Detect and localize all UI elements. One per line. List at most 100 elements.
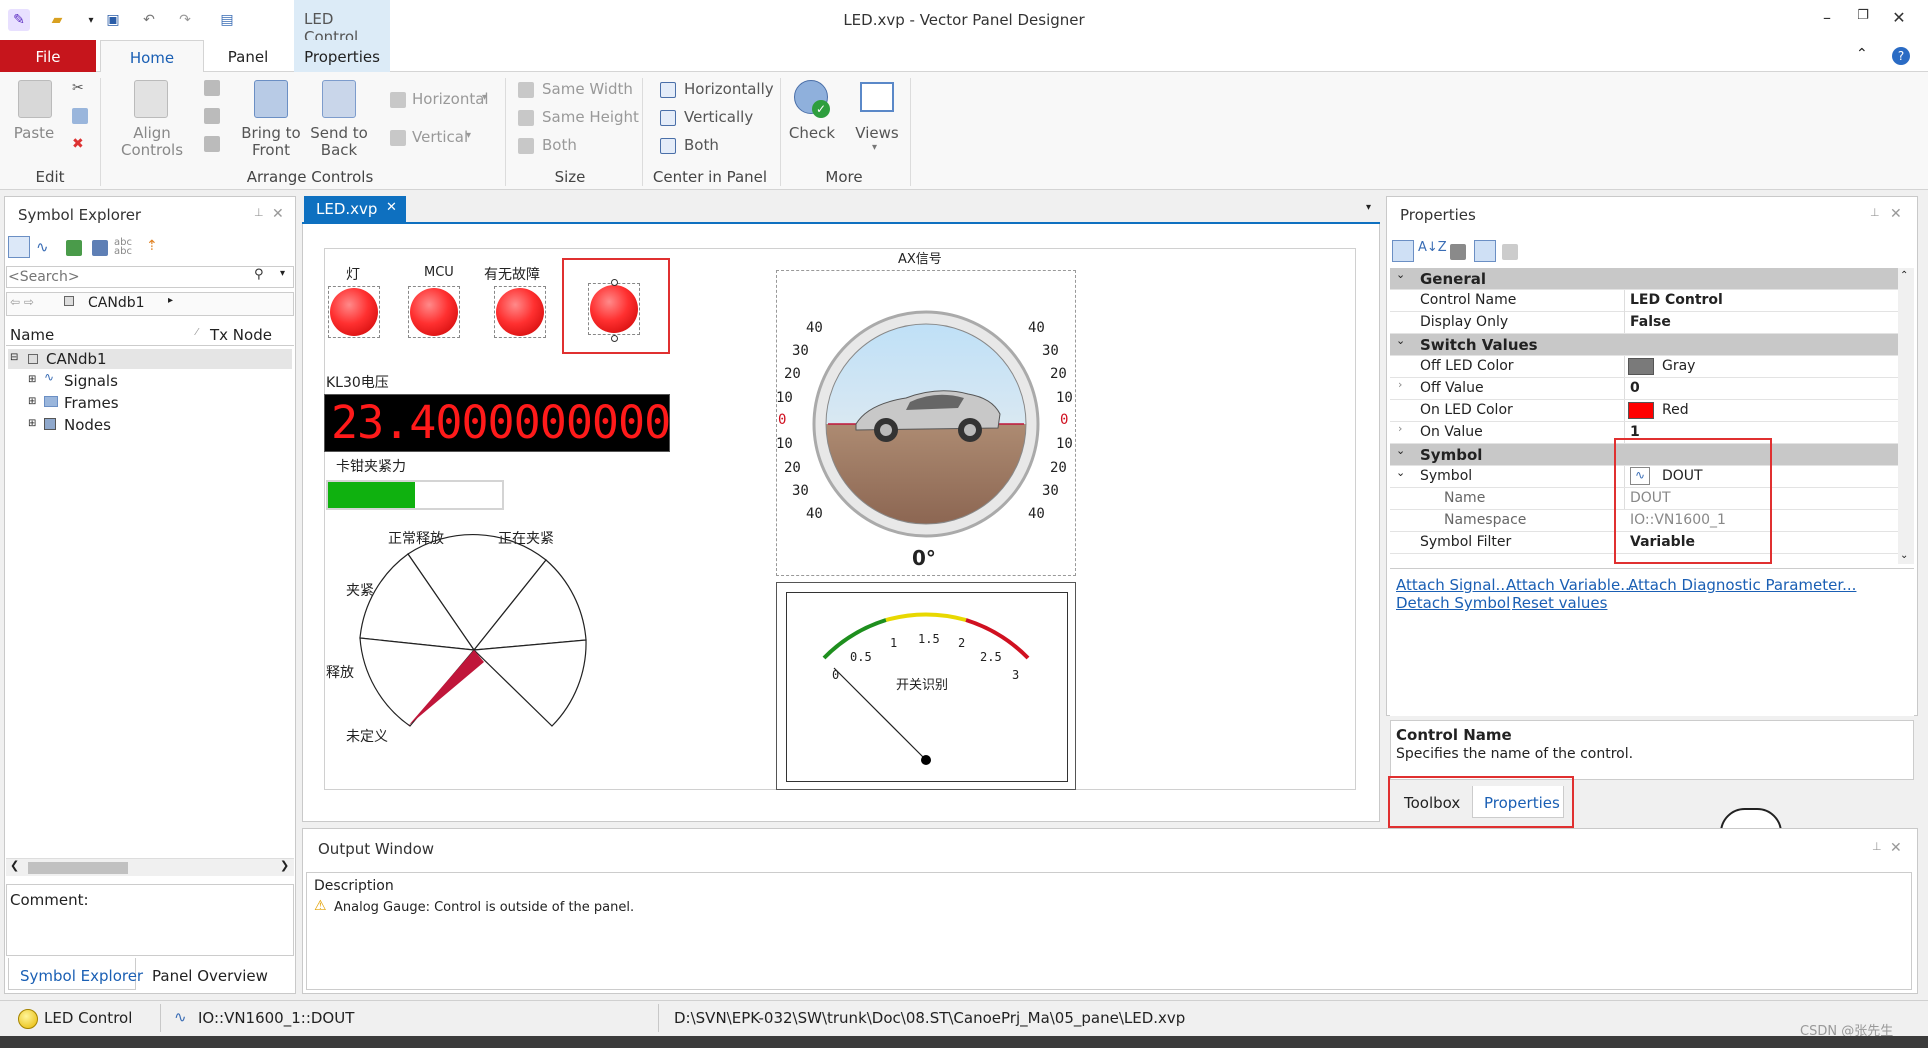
expand-icon[interactable]: › <box>1398 378 1402 391</box>
output-message[interactable]: Analog Gauge: Control is outside of the … <box>334 900 634 915</box>
close-icon[interactable]: ✕ <box>272 206 284 222</box>
tree-item-signals[interactable]: Signals <box>64 372 118 390</box>
tab-file[interactable]: File <box>0 40 96 72</box>
property-pages-icon[interactable] <box>1450 244 1466 260</box>
center-horizontally-button[interactable]: Horizontally <box>684 80 774 98</box>
delete-icon[interactable]: ✖ <box>72 136 84 152</box>
collapse-icon[interactable]: ⌄ <box>1396 466 1405 479</box>
scrollbar-thumb[interactable] <box>28 862 128 874</box>
collapse-icon[interactable]: ⌄ <box>1396 334 1405 347</box>
col-tx-node-header[interactable]: Tx Node <box>210 326 272 344</box>
align-left-icon[interactable] <box>204 80 220 96</box>
abc-sort-icon[interactable]: abc abc <box>114 238 132 257</box>
tab-home[interactable]: Home <box>100 40 204 73</box>
tab-properties-pane[interactable]: Properties <box>1484 794 1560 812</box>
center-vertically-button[interactable]: Vertically <box>684 108 753 126</box>
led-light[interactable] <box>328 286 380 338</box>
tab-panel[interactable]: Panel <box>210 40 286 72</box>
copy-icon[interactable] <box>72 108 88 124</box>
resize-handle[interactable] <box>611 335 618 342</box>
distribute-vertical-button[interactable]: Vertical <box>412 128 468 146</box>
attach-diagnostic-link[interactable]: Attach Diagnostic Parameter... <box>1628 576 1856 594</box>
chevron-right-icon[interactable]: ▸ <box>168 295 173 306</box>
breadcrumb[interactable]: CANdb1 <box>88 295 145 311</box>
collapse-icon[interactable]: ⊟ <box>10 352 18 363</box>
col-name-header[interactable]: Name <box>10 326 54 344</box>
chevron-down-icon[interactable]: ▾ <box>280 268 285 279</box>
tree-icon[interactable] <box>66 240 82 256</box>
align-controls-line1[interactable]: Align <box>112 124 192 142</box>
help-icon[interactable]: ? <box>1892 47 1910 65</box>
led-fault[interactable] <box>494 286 546 338</box>
bring-to-front-line2[interactable]: Front <box>236 141 306 159</box>
sort-icon[interactable]: ⇡ <box>146 238 158 254</box>
expand-icon[interactable]: ⊞ <box>28 396 36 407</box>
collapse-icon[interactable]: ⌄ <box>1396 444 1405 457</box>
tree-item-nodes[interactable]: Nodes <box>64 416 111 434</box>
prop-value[interactable]: Red <box>1662 402 1689 418</box>
resize-handle[interactable] <box>611 279 618 286</box>
attach-variable-link[interactable]: Attach Variable... <box>1506 576 1635 594</box>
pin-icon[interactable]: ⊥ <box>1872 840 1882 853</box>
chevron-down-icon[interactable]: ▾ <box>1366 202 1371 213</box>
prop-value[interactable]: False <box>1630 314 1671 330</box>
align-controls-line2[interactable]: Controls <box>112 141 192 159</box>
signal-filter-icon[interactable]: ∿ <box>36 238 49 256</box>
bring-to-front-line1[interactable]: Bring to <box>236 124 306 142</box>
categorized-icon[interactable] <box>1392 240 1414 262</box>
close-icon[interactable]: ✕ <box>1884 8 1914 30</box>
pin-icon[interactable]: ⊥ <box>1870 206 1880 219</box>
views-button[interactable]: Views <box>850 124 904 142</box>
tab-properties[interactable]: Properties <box>294 40 390 72</box>
distribute-horizontal-button[interactable]: Horizontal <box>412 90 489 108</box>
prop-value[interactable]: 0 <box>1630 380 1640 396</box>
minimize-icon[interactable]: – <box>1812 8 1842 30</box>
check-button[interactable]: Check <box>786 124 838 142</box>
detach-symbol-link[interactable]: Detach Symbol <box>1396 594 1510 612</box>
scroll-left-icon[interactable]: ❮ <box>10 859 19 872</box>
collapse-icon[interactable]: ⌄ <box>1396 268 1405 281</box>
tree-item-frames[interactable]: Frames <box>64 394 119 412</box>
same-both-button[interactable]: Both <box>542 136 577 154</box>
scroll-right-icon[interactable]: ❯ <box>280 859 289 872</box>
sort-az-icon[interactable]: A↓Z <box>1418 240 1447 255</box>
scroll-up-icon[interactable]: ⌃ <box>1900 270 1908 281</box>
reset-values-link[interactable]: Reset values <box>1512 594 1607 612</box>
tab-symbol-explorer[interactable]: Symbol Explorer <box>20 967 143 985</box>
tree-item-candb1[interactable]: CANdb1 <box>46 350 107 368</box>
cut-icon[interactable]: ✂ <box>72 80 84 96</box>
expand-icon[interactable]: ⊞ <box>28 418 36 429</box>
restore-icon[interactable]: ❐ <box>1848 8 1878 30</box>
prop-value[interactable]: Gray <box>1662 358 1695 374</box>
attach-signal-link[interactable]: Attach Signal... <box>1396 576 1510 594</box>
prop-value[interactable]: LED Control <box>1630 292 1723 308</box>
search-input[interactable] <box>8 268 248 286</box>
scroll-down-icon[interactable]: ⌄ <box>1900 550 1908 561</box>
document-icon[interactable] <box>92 240 108 256</box>
color-swatch-red[interactable] <box>1628 402 1654 419</box>
close-icon[interactable]: ✕ <box>1890 206 1902 222</box>
center-both-button[interactable]: Both <box>684 136 719 154</box>
send-to-back-line2[interactable]: Back <box>304 141 374 159</box>
close-icon[interactable]: ✕ <box>1890 840 1902 856</box>
pin-icon[interactable]: ⊥ <box>254 206 264 219</box>
led-selected[interactable] <box>588 283 640 335</box>
close-icon[interactable]: ✕ <box>386 200 397 215</box>
align-bottom-icon[interactable] <box>204 136 220 152</box>
led-mcu[interactable] <box>408 286 460 338</box>
state-pie-chart[interactable] <box>324 520 614 756</box>
chevron-down-icon[interactable]: ▾ <box>872 142 877 153</box>
events-icon[interactable] <box>1474 240 1496 262</box>
align-right-icon[interactable] <box>204 108 220 124</box>
settings-icon[interactable] <box>1502 244 1518 260</box>
v-scrollbar[interactable] <box>1898 268 1914 564</box>
segment-display[interactable]: 23.4000000000000 <box>324 394 670 452</box>
expand-icon[interactable]: ⊞ <box>28 374 36 385</box>
color-swatch-gray[interactable] <box>1628 358 1654 375</box>
same-width-button[interactable]: Same Width <box>542 80 633 98</box>
back-icon[interactable]: ⇦ ⇨ <box>10 295 34 309</box>
tab-toolbox[interactable]: Toolbox <box>1404 794 1460 812</box>
collapse-ribbon-icon[interactable]: ⌃ <box>1856 46 1868 62</box>
send-to-back-line1[interactable]: Send to <box>304 124 374 142</box>
search-icon[interactable]: ⚲ <box>254 267 264 282</box>
